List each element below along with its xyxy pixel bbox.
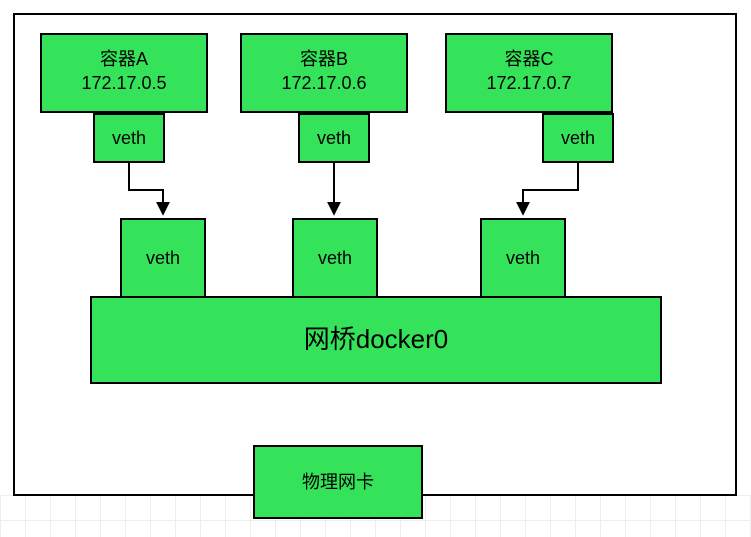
- bridge-veth-c-label: veth: [506, 246, 540, 270]
- bridge-veth-a: veth: [120, 218, 206, 298]
- physical-nic: 物理网卡: [253, 445, 423, 519]
- physical-nic-label: 物理网卡: [302, 470, 374, 494]
- container-c-text: 容器C172.17.0.7: [486, 47, 571, 96]
- container-b-text: 容器B172.17.0.6: [281, 47, 366, 96]
- container-c: 容器C172.17.0.7: [445, 33, 613, 113]
- container-c-veth: veth: [542, 113, 614, 163]
- bridge-veth-b-label: veth: [318, 246, 352, 270]
- container-a-veth-label: veth: [112, 126, 146, 150]
- bridge-veth-b: veth: [292, 218, 378, 298]
- diagram-canvas: 容器A172.17.0.5 veth 容器B172.17.0.6 veth 容器…: [0, 0, 751, 537]
- container-b-veth: veth: [298, 113, 370, 163]
- bridge-veth-a-label: veth: [146, 246, 180, 270]
- container-a: 容器A172.17.0.5: [40, 33, 208, 113]
- container-c-veth-label: veth: [561, 126, 595, 150]
- container-b-veth-label: veth: [317, 126, 351, 150]
- bridge-label: 网桥docker0: [304, 322, 449, 357]
- container-a-text: 容器A172.17.0.5: [81, 47, 166, 96]
- bridge-veth-c: veth: [480, 218, 566, 298]
- bridge-docker0: 网桥docker0: [90, 296, 662, 384]
- container-a-veth: veth: [93, 113, 165, 163]
- container-b: 容器B172.17.0.6: [240, 33, 408, 113]
